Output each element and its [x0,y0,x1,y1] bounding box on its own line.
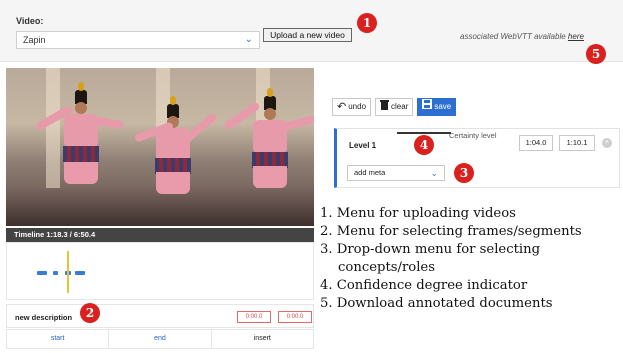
segment-end-time[interactable]: 0:00.0 [278,311,312,323]
level-start-time[interactable]: 1:04.0 [519,135,553,151]
save-button[interactable]: save [417,98,457,116]
timeline-segment[interactable] [37,271,47,275]
legend-item: 2. Menu for selecting frames/segments [320,224,582,239]
certainty-slider[interactable] [397,132,451,134]
timeline-segment[interactable] [53,271,58,275]
clear-button[interactable]: clear [375,98,414,116]
add-meta-label: add meta [354,168,386,177]
webvtt-download-link[interactable]: here [568,32,584,41]
undo-icon: ↶ [337,101,347,113]
video-label: Video: [16,16,44,26]
upload-video-button[interactable]: Upload a new video [263,28,352,42]
annotation-toolbar: ↶ undo clear save [332,98,457,116]
timeline-track[interactable] [6,242,314,300]
top-bar: Video: Zapin ⌄ Upload a new video associ… [0,0,623,62]
save-label: save [434,102,452,111]
level-panel: Level 1 Certainty level 1:04.0 1:10.1 × … [334,128,620,188]
insert-button[interactable]: insert [212,330,313,348]
timeline-label: Timeline 1:18.3 / 6:50.4 [6,228,314,242]
video-player[interactable] [6,68,314,226]
level-end-time[interactable]: 1:10.1 [559,135,595,151]
legend-item: concepts/roles [338,260,435,275]
segment-button-row: start end insert [6,329,314,349]
end-button[interactable]: end [109,330,212,348]
webvtt-notice: associated WebVTT available here [460,32,584,41]
badge-1: 1 [357,13,377,33]
timeline-segment[interactable] [75,271,85,275]
video-select-value: Zapin [23,35,46,45]
legend-item: 3. Drop-down menu for selecting [320,242,541,257]
badge-3: 3 [454,163,474,183]
legend-item: 5. Download annotated documents [320,296,553,311]
add-meta-select[interactable]: add meta ⌄ [347,165,445,181]
segment-start-time[interactable]: 0:00.0 [237,311,271,323]
floppy-disk-icon [422,99,433,115]
chevron-down-icon: ⌄ [430,168,438,178]
clear-label: clear [391,102,409,111]
trash-icon [380,99,390,116]
description-input[interactable]: new description [15,313,72,322]
playhead-cursor[interactable] [67,251,69,293]
close-icon[interactable]: × [602,138,612,148]
badge-5: 5 [586,44,606,64]
background-pillar [46,68,60,188]
legend-item: 1. Menu for uploading videos [320,206,516,221]
badge-2: 2 [80,303,100,323]
video-select[interactable]: Zapin ⌄ [16,31,260,49]
legend-item: 4. Confidence degree indicator [320,278,528,293]
undo-label: undo [348,102,367,111]
webvtt-text: associated WebVTT available [460,32,566,41]
badge-4: 4 [414,135,434,155]
certainty-label: Certainty level [449,131,497,140]
description-row: new description 0:00.0 0:00.0 [6,304,314,328]
chevron-down-icon: ⌄ [244,34,253,45]
level-label: Level 1 [349,141,377,150]
undo-button[interactable]: ↶ undo [332,98,372,116]
start-button[interactable]: start [7,330,110,348]
legend: 1. Menu for uploading videos 2. Menu for… [320,205,582,313]
